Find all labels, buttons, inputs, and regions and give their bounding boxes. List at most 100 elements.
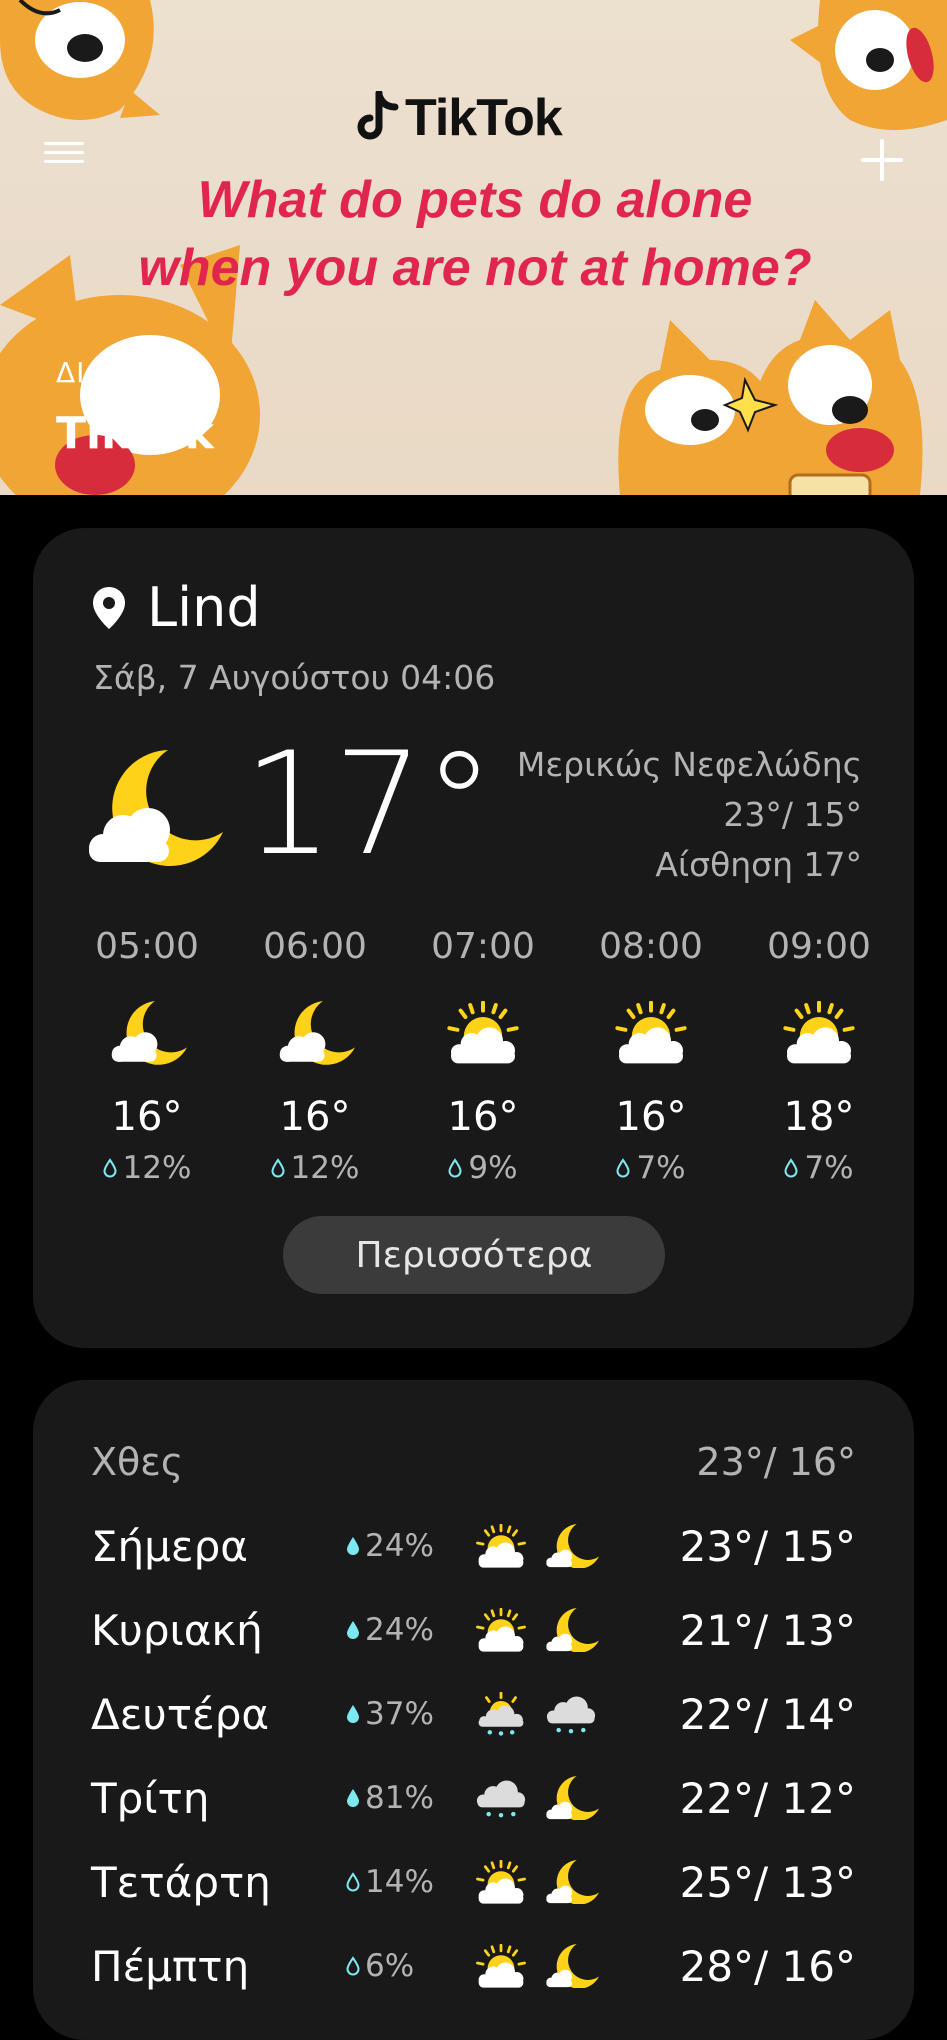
current-weather-card[interactable]: Lind Σάβ, 7 Αυγούστου 04:06 17° Μερικώς … — [33, 528, 914, 1348]
day-temps: 28°/ 16° — [679, 1941, 856, 1991]
precip-value: 81% — [365, 1780, 434, 1816]
daily-row[interactable]: Δευτέρα 37% 22°/ 14° — [91, 1672, 856, 1756]
day-precip: 81% — [346, 1780, 466, 1816]
day-precip: 24% — [346, 1612, 466, 1648]
hourly-item[interactable]: 06:00 16° 12% — [231, 926, 399, 1186]
precip-value: 24% — [365, 1528, 434, 1564]
raindrop-icon — [448, 1150, 468, 1186]
tiktok-logo: TikTok — [355, 88, 563, 148]
ad-banner[interactable]: TikTok What do pets do alone when you ar… — [0, 0, 947, 495]
daily-row[interactable]: Σήμερα 24% 23°/ 15° — [91, 1504, 856, 1588]
hour-precip: 7% — [735, 1150, 903, 1186]
precip-value: 7% — [636, 1150, 686, 1186]
day-name: Δευτέρα — [91, 1689, 270, 1739]
day-precip: 37% — [346, 1696, 466, 1732]
date-time: Σάβ, 7 Αυγούστου 04:06 — [93, 658, 496, 697]
yesterday-temps: 23°/ 16° — [696, 1440, 856, 1484]
day-precip: 6% — [346, 1948, 466, 1984]
sun-cloud-icon — [466, 1523, 536, 1569]
day-temps: 25°/ 13° — [679, 1857, 856, 1907]
location-pin-icon — [93, 586, 125, 629]
sun-rain-icon — [466, 1691, 536, 1737]
moon-icon — [536, 1775, 606, 1821]
precip-value: 37% — [365, 1696, 434, 1732]
current-temperature: 17° — [243, 722, 495, 887]
raindrop-icon — [103, 1150, 123, 1186]
hour-precip: 7% — [567, 1150, 735, 1186]
tiktok-logo-text: TikTok — [405, 89, 563, 147]
ad-headline-line2: when you are not at home? — [138, 239, 812, 297]
day-precip: 24% — [346, 1528, 466, 1564]
dog-illustration-bottom-right — [618, 300, 923, 495]
yesterday-row: Χθες 23°/ 16° — [91, 1440, 856, 1490]
sun-cloud-icon — [567, 988, 735, 1078]
hour-precip: 12% — [63, 1150, 231, 1186]
location-row[interactable]: Lind — [93, 576, 261, 639]
hourly-item[interactable]: 08:00 16° 7% — [567, 926, 735, 1186]
precip-value: 6% — [365, 1948, 415, 1984]
day-name: Σήμερα — [91, 1521, 248, 1571]
raindrop-icon — [346, 1948, 365, 1984]
daily-row[interactable]: Τετάρτη 14% 25°/ 13° — [91, 1840, 856, 1924]
raindrop-icon — [271, 1150, 291, 1186]
hour-precip: 12% — [231, 1150, 399, 1186]
raindrop-icon — [346, 1780, 365, 1816]
hour-temp: 16° — [111, 1094, 183, 1140]
day-icons — [466, 1859, 616, 1905]
current-details: Μερικώς Νεφελώδης 23°/ 15° Αίσθηση 17° — [517, 740, 862, 890]
hour-time: 08:00 — [599, 926, 703, 967]
advertiser-name[interactable]: TikTok — [56, 408, 214, 459]
precip-value: 24% — [365, 1612, 434, 1648]
day-icons — [466, 1691, 616, 1737]
daily-forecast-card[interactable]: Χθες 23°/ 16° Σήμερα 24% 23°/ 15° Κυριακ… — [33, 1380, 914, 2040]
hourly-forecast[interactable]: 05:00 16° 12% 06:00 16° 12% 07:00 16° 9%… — [63, 926, 903, 1186]
day-name: Πέμπτη — [91, 1941, 250, 1991]
daily-row[interactable]: Πέμπτη 6% 28°/ 16° — [91, 1924, 856, 2008]
precip-value: 12% — [122, 1150, 192, 1186]
hour-temp: 16° — [447, 1094, 519, 1140]
hourly-item[interactable]: 07:00 16° 9% — [399, 926, 567, 1186]
sun-cloud-icon — [735, 988, 903, 1078]
raindrop-icon — [784, 1150, 804, 1186]
sun-cloud-icon — [466, 1943, 536, 1989]
yesterday-label: Χθες — [91, 1440, 184, 1484]
precip-value: 7% — [804, 1150, 854, 1186]
sun-cloud-icon — [399, 988, 567, 1078]
day-name: Τετάρτη — [91, 1857, 271, 1907]
more-button[interactable]: Περισσότερα — [283, 1216, 665, 1294]
location-name: Lind — [147, 576, 261, 639]
hour-temp: 16° — [615, 1094, 687, 1140]
daily-row[interactable]: Τρίτη 81% 22°/ 12° — [91, 1756, 856, 1840]
hour-time: 07:00 — [431, 926, 535, 967]
ad-label: ΔΙΑΦΗΜ. — [56, 356, 186, 389]
day-icons — [466, 1775, 616, 1821]
hour-temp: 16° — [279, 1094, 351, 1140]
day-temps: 22°/ 12° — [679, 1773, 856, 1823]
hourly-item[interactable]: 05:00 16° 12% — [63, 926, 231, 1186]
daily-row[interactable]: Κυριακή 24% 21°/ 13° — [91, 1588, 856, 1672]
raindrop-icon — [346, 1612, 365, 1648]
dog-illustration-top-right — [790, 0, 947, 130]
raindrop-icon — [616, 1150, 636, 1186]
hour-time: 09:00 — [767, 926, 871, 967]
moon-cloud-icon — [231, 988, 399, 1078]
moon-cloud-icon — [83, 750, 223, 874]
day-temps: 21°/ 13° — [679, 1605, 856, 1655]
day-name: Κυριακή — [91, 1605, 263, 1655]
day-icons — [466, 1607, 616, 1653]
moon-icon — [536, 1607, 606, 1653]
day-temps: 22°/ 14° — [679, 1689, 856, 1739]
moon-icon — [536, 1859, 606, 1905]
raindrop-icon — [346, 1696, 365, 1732]
high-low-temp: 23°/ 15° — [723, 795, 862, 834]
dog-illustration-top-left — [0, 0, 160, 120]
precip-value: 9% — [468, 1150, 518, 1186]
raindrop-icon — [346, 1864, 365, 1900]
precip-value: 12% — [290, 1150, 360, 1186]
hour-precip: 9% — [399, 1150, 567, 1186]
hourly-item[interactable]: 09:00 18° 7% — [735, 926, 903, 1186]
day-icons — [466, 1943, 616, 1989]
day-precip: 14% — [346, 1864, 466, 1900]
ad-headline-line1: What do pets do alone — [197, 171, 753, 229]
moon-icon — [536, 1943, 606, 1989]
